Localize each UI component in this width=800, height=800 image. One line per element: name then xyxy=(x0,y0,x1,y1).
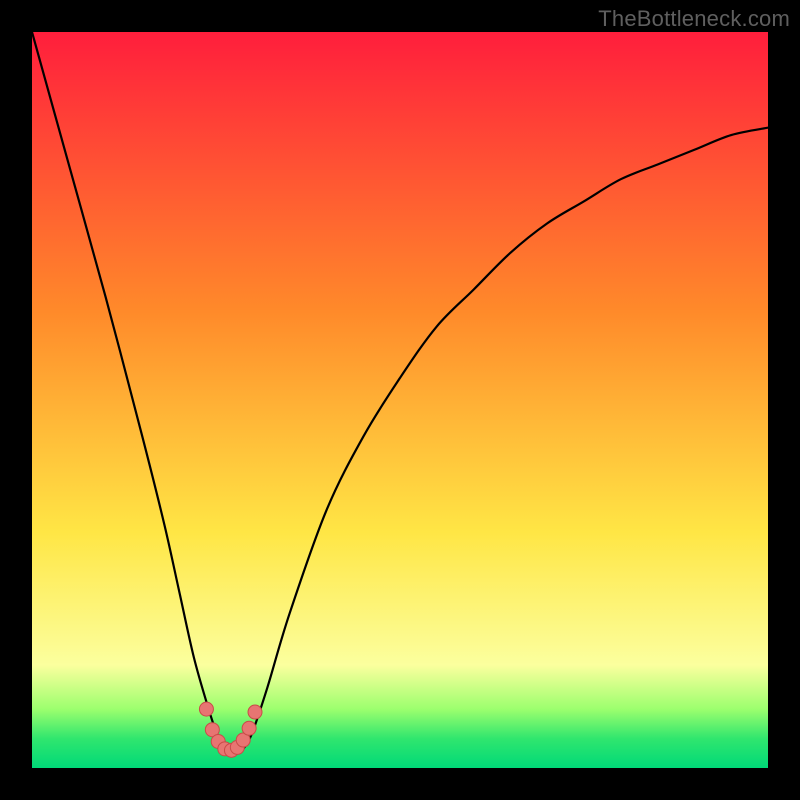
highlight-dots xyxy=(199,702,262,757)
bottleneck-curve xyxy=(32,32,768,754)
chart-frame: TheBottleneck.com xyxy=(0,0,800,800)
watermark-text: TheBottleneck.com xyxy=(598,6,790,32)
highlight-dot xyxy=(199,702,213,716)
plot-area xyxy=(32,32,768,768)
curve-layer xyxy=(32,32,768,768)
highlight-dot xyxy=(248,705,262,719)
highlight-dot xyxy=(242,721,256,735)
